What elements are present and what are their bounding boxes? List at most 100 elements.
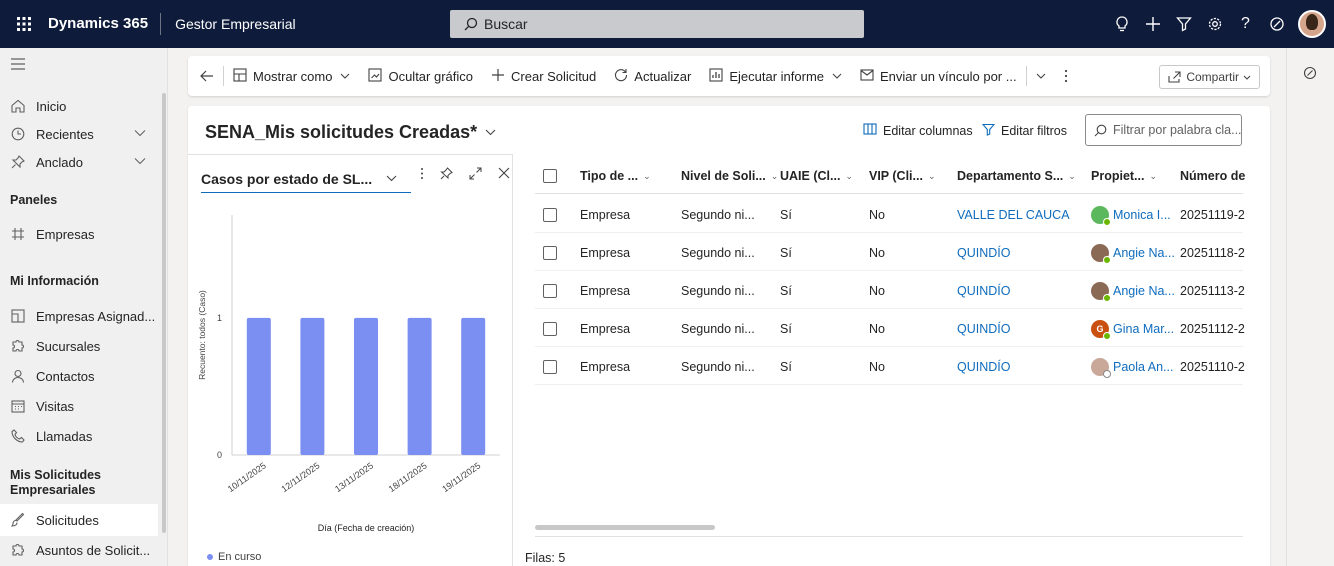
run-report-button[interactable]: Ejecutar informe	[700, 56, 851, 96]
cell-numero: 20251113-2	[1180, 272, 1245, 309]
sub-app-name[interactable]: Gestor Empresarial	[161, 16, 296, 32]
chevron-down-icon[interactable]	[134, 156, 146, 168]
legend-swatch	[207, 554, 213, 560]
row-checkbox[interactable]	[543, 348, 557, 385]
cell-nivel: Segundo ni...	[681, 196, 755, 233]
sidebar-item-label: Solicitudes	[36, 512, 99, 528]
cell-text: Empresa	[580, 359, 631, 374]
horizontal-scrollbar[interactable]	[535, 525, 715, 530]
cell-text: Empresa	[580, 207, 631, 222]
column-header-numero[interactable]: Número de	[1180, 160, 1245, 192]
y-axis-label: Recuento: todos (Caso)	[197, 290, 207, 380]
presence-status-icon	[1103, 369, 1111, 378]
column-header-departamento[interactable]: Departamento S... ⌄	[957, 160, 1076, 192]
chevron-down-icon: ⌄	[845, 170, 853, 181]
cell-text: 20251119-2	[1180, 207, 1245, 222]
run-report-label: Ejecutar informe	[729, 68, 825, 84]
back-button[interactable]	[188, 56, 223, 96]
sidebar-scrollbar[interactable]	[162, 93, 166, 533]
sidebar-item-contactos[interactable]: Contactos	[0, 360, 158, 392]
table-row[interactable]: Empresa Segundo ni... Sí No QUINDÍO Angie Na.…	[535, 234, 1245, 271]
table-row[interactable]: Empresa Segundo ni... Sí No VALLE DEL CAUCA M…	[535, 196, 1245, 233]
select-all-checkbox[interactable]	[543, 160, 557, 192]
sidebar-item-sucursales[interactable]: Sucursales	[0, 330, 158, 362]
chevron-down-icon: ⌄	[770, 170, 779, 181]
view-selector[interactable]: SENA_Mis solicitudes Creadas*	[205, 122, 496, 143]
cell-propietario[interactable]: G Gina Mar...	[1091, 310, 1174, 347]
keyword-filter-input[interactable]: Filtrar por palabra cla...	[1085, 114, 1242, 146]
sidebar-item-anclado[interactable]: Anclado	[0, 146, 158, 178]
view-title: SENA_Mis solicitudes Creadas*	[205, 122, 478, 142]
edit-filters-button[interactable]: Editar filtros	[981, 123, 1067, 139]
app-launcher-icon[interactable]	[0, 0, 48, 48]
divider	[535, 536, 1243, 537]
calendar-icon	[10, 398, 26, 414]
cell-departamento[interactable]: VALLE DEL CAUCA	[957, 196, 1070, 233]
cell-departamento[interactable]: QUINDÍO	[957, 272, 1010, 309]
row-checkbox[interactable]	[543, 196, 557, 233]
help-icon[interactable]: ?	[1230, 0, 1261, 48]
column-header-vip[interactable]: VIP (Cli... ⌄	[869, 160, 936, 192]
chart-selector[interactable]: Casos por estado de SL...	[201, 165, 411, 193]
cell-propietario[interactable]: Paola An...	[1091, 348, 1173, 385]
column-header-nivel[interactable]: Nivel de Soli... ⌄	[681, 160, 778, 192]
table-row[interactable]: Empresa Segundo ni... Sí No QUINDÍO Paola An.…	[535, 348, 1245, 385]
row-checkbox[interactable]	[543, 310, 557, 347]
cell-propietario[interactable]: Monica I...	[1091, 196, 1171, 233]
person-icon	[10, 368, 26, 384]
share-button[interactable]: Compartir	[1159, 65, 1260, 89]
gear-icon[interactable]	[1199, 0, 1230, 48]
cell-nivel: Segundo ni...	[681, 272, 755, 309]
cell-propietario[interactable]: Angie Na...	[1091, 234, 1175, 271]
sidebar-item-empresas-asignadas[interactable]: Empresas Asignad...	[0, 300, 158, 332]
send-link-button[interactable]: Enviar un vínculo por ...	[851, 56, 1026, 96]
cell-departamento[interactable]: QUINDÍO	[957, 348, 1010, 385]
column-header-propietario[interactable]: Propiet... ⌄	[1091, 160, 1157, 192]
more-commands-button[interactable]	[1055, 56, 1077, 96]
sidebar-item-label: Asuntos de Solicit...	[36, 542, 151, 558]
pin-icon[interactable]	[440, 167, 453, 183]
table-row[interactable]: Empresa Segundo ni... Sí No QUINDÍO G Gina Mar…	[535, 310, 1245, 347]
plus-icon[interactable]	[1137, 0, 1168, 48]
column-header-tipo[interactable]: Tipo de ... ⌄	[580, 160, 651, 192]
sidebar-item-label: Inicio	[36, 98, 67, 114]
sidebar-item-empresas[interactable]: Empresas	[0, 218, 158, 250]
filter-icon[interactable]	[1168, 0, 1199, 48]
hide-chart-button[interactable]: Ocultar gráfico	[359, 56, 482, 96]
cell-departamento[interactable]: QUINDÍO	[957, 310, 1010, 347]
chevron-down-icon[interactable]	[134, 128, 146, 140]
more-vertical-icon[interactable]	[420, 167, 424, 183]
sidebar-item-solicitudes[interactable]: Solicitudes	[0, 504, 158, 536]
copilot-icon[interactable]	[1261, 0, 1292, 48]
copilot-icon[interactable]	[1303, 66, 1317, 83]
global-search-input[interactable]: Buscar	[450, 10, 864, 38]
chevron-down-icon: ⌄	[1149, 170, 1158, 181]
bar	[354, 317, 378, 455]
create-request-button[interactable]: Crear Solicitud	[482, 56, 605, 96]
sidebar-item-llamadas[interactable]: Llamadas	[0, 420, 158, 452]
cell-propietario[interactable]: Angie Na...	[1091, 272, 1175, 309]
row-checkbox[interactable]	[543, 234, 557, 271]
cell-departamento[interactable]: QUINDÍO	[957, 234, 1010, 271]
column-header-uaie[interactable]: UAIE (Cl... ⌄	[780, 160, 853, 192]
brush-icon	[10, 512, 26, 528]
sidebar-item-visitas[interactable]: Visitas	[0, 390, 158, 422]
close-icon[interactable]	[498, 167, 510, 183]
cell-uaie: Sí	[780, 196, 792, 233]
bar	[246, 317, 271, 455]
building-icon	[10, 308, 26, 324]
sidebar-item-asuntos-solicitud[interactable]: Asuntos de Solicit...	[0, 534, 158, 566]
cell-vip: No	[869, 196, 885, 233]
lightbulb-icon[interactable]	[1106, 0, 1137, 48]
user-avatar[interactable]	[1298, 10, 1326, 38]
expand-icon[interactable]	[469, 167, 482, 183]
chevron-down-icon	[386, 173, 397, 185]
table-row[interactable]: Empresa Segundo ni... Sí No QUINDÍO Angie Na.…	[535, 272, 1245, 309]
edit-columns-button[interactable]: Editar columnas	[863, 123, 973, 138]
show-as-button[interactable]: Mostrar como	[224, 56, 359, 96]
send-link-dropdown[interactable]	[1027, 56, 1055, 96]
app-name[interactable]: Dynamics 365	[48, 13, 162, 35]
refresh-button[interactable]: Actualizar	[605, 56, 700, 96]
sidebar-menu-toggle[interactable]	[0, 48, 158, 80]
row-checkbox[interactable]	[543, 272, 557, 309]
